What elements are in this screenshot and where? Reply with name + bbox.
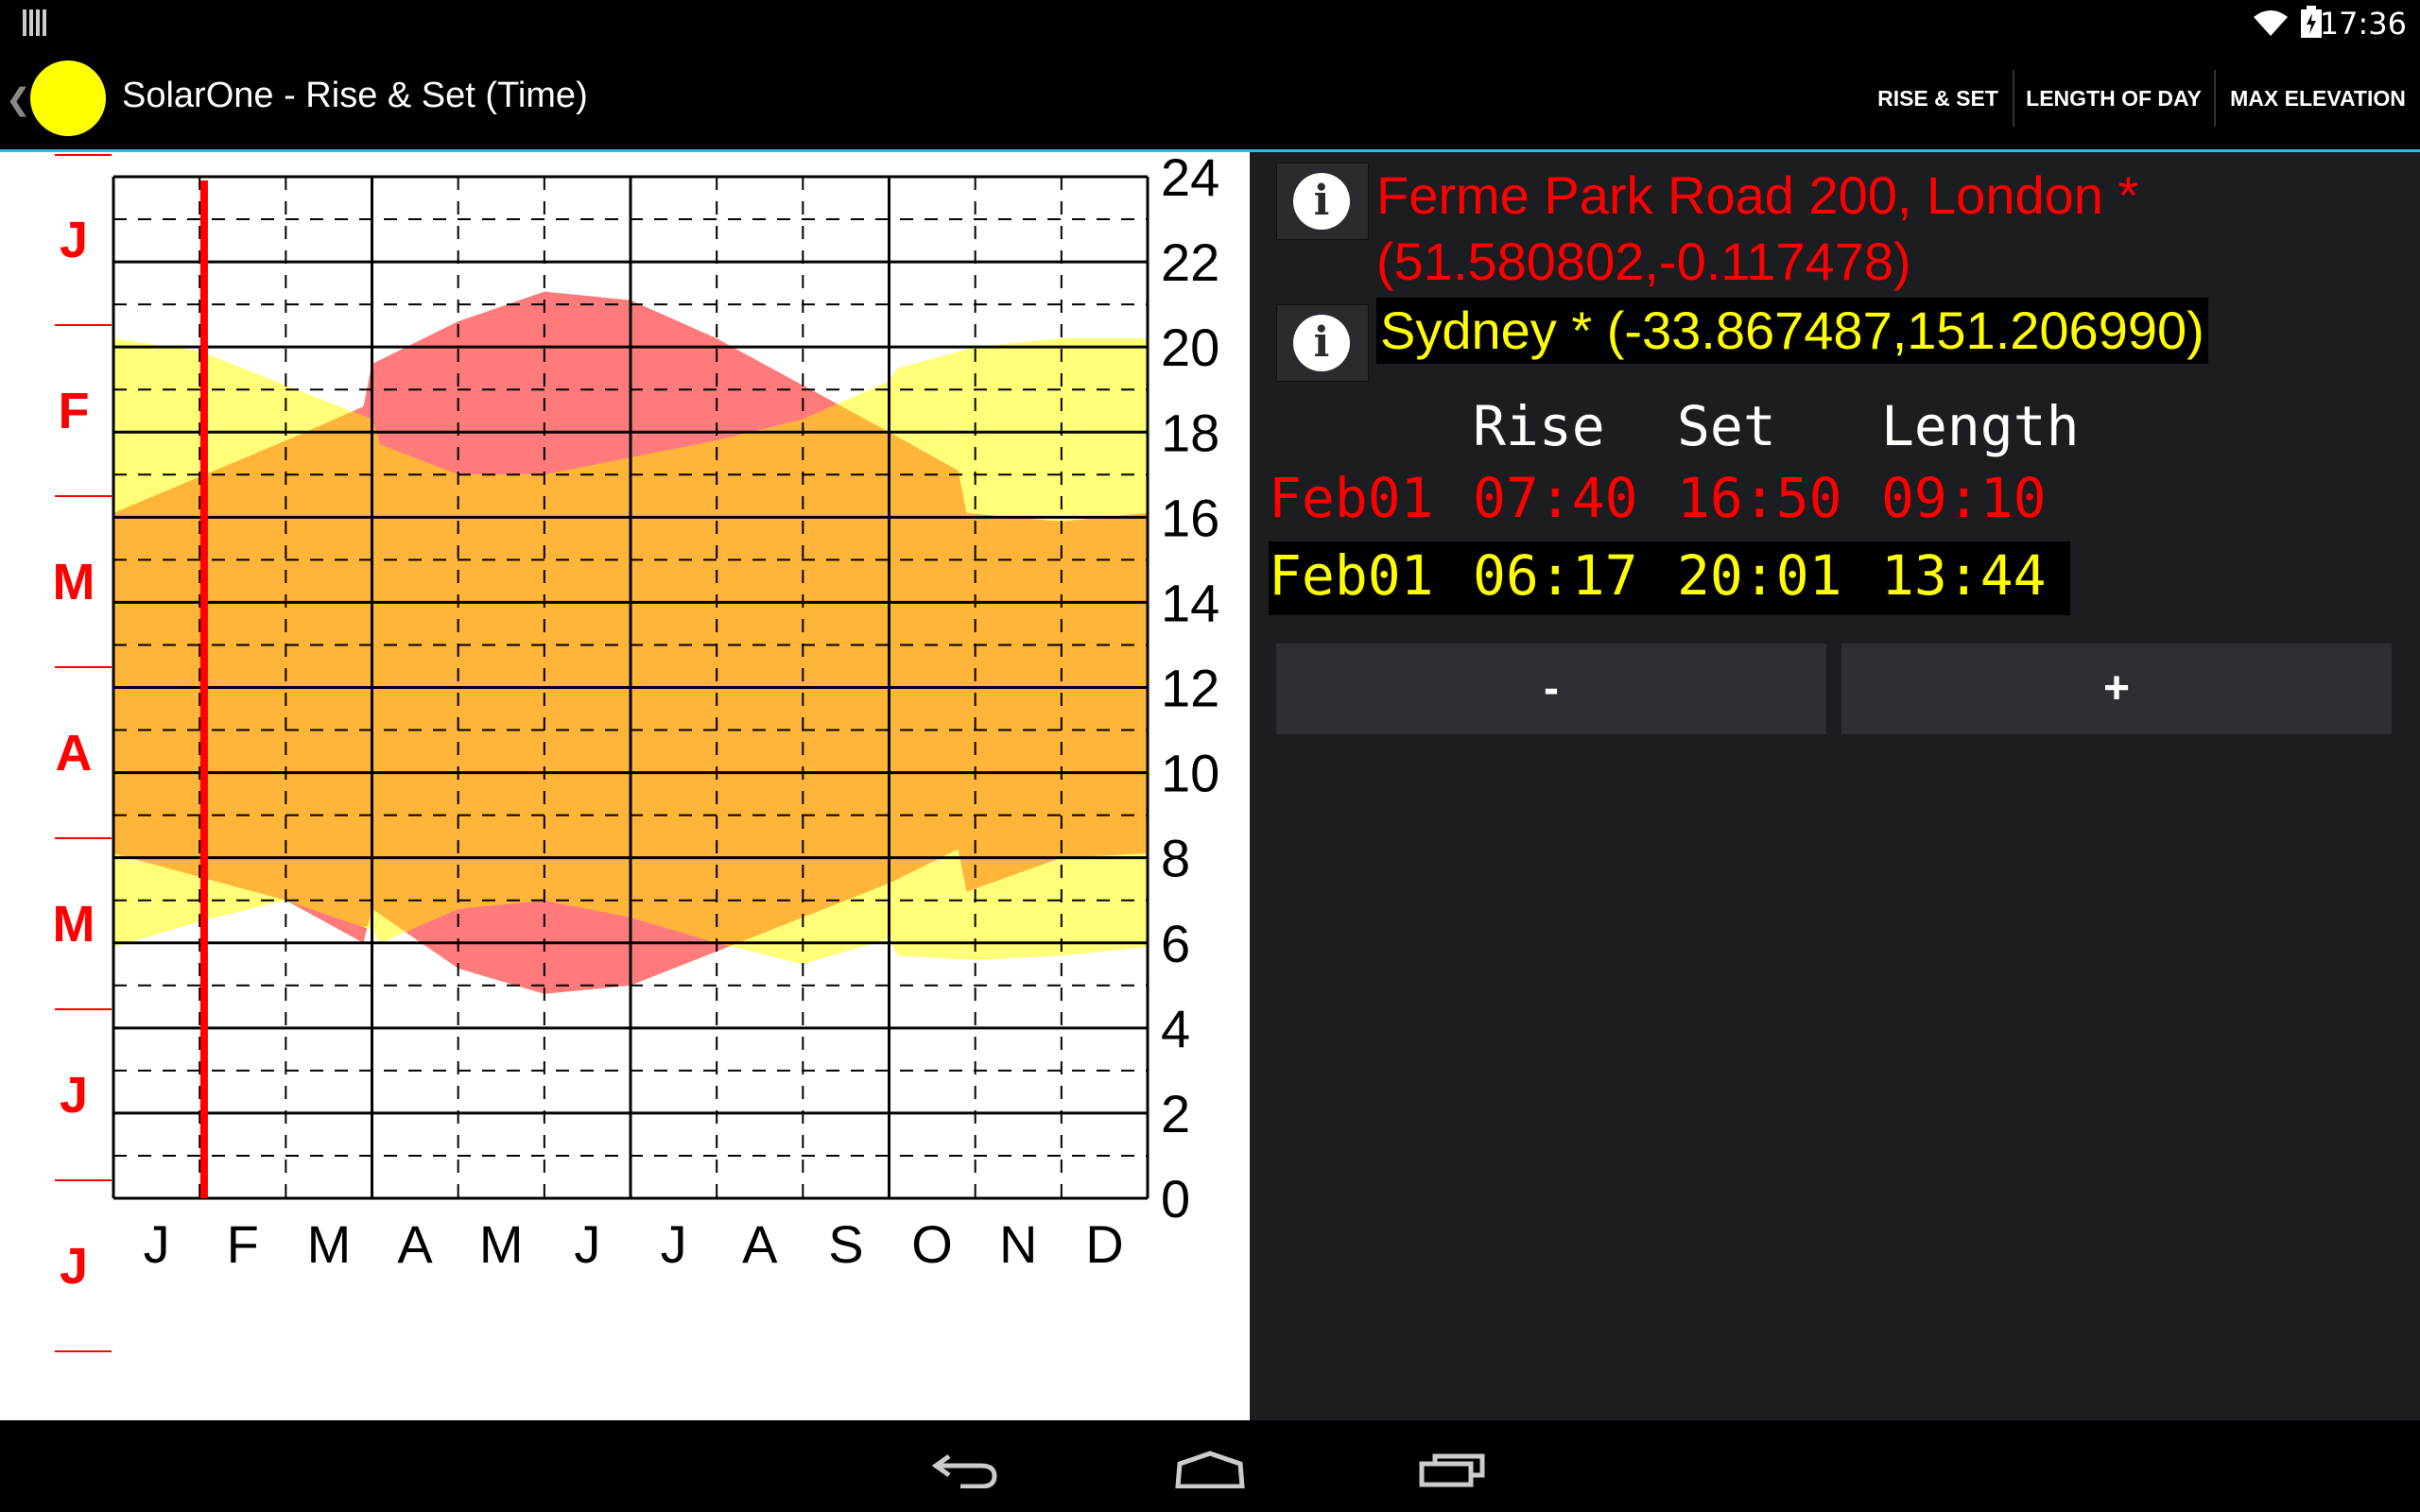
navigation-bar [0,1420,2420,1512]
back-icon[interactable] [932,1451,998,1488]
row-length: 09:10 [1881,466,2047,530]
y-tick-label: 10 [1161,744,1219,803]
y-tick-label: 22 [1161,232,1219,292]
y-tick-label: 0 [1161,1169,1190,1228]
x-tick-label: J [144,1214,170,1274]
y-tick-label: 6 [1161,914,1190,973]
previous-day-button[interactable]: - [1276,644,1826,734]
x-tick-label: D [1085,1214,1123,1274]
tab-length-of-day[interactable]: LENGTH OF DAY [2014,47,2213,149]
side-month-label: J [60,212,88,268]
y-tick-label: 18 [1161,403,1219,462]
up-caret-icon[interactable]: ❮ [6,81,31,117]
wifi-icon [2254,10,2288,36]
y-tick-label: 12 [1161,659,1219,718]
side-month-label: A [56,725,93,782]
row-length: 13:44 [1881,543,2047,608]
y-tick-label: 2 [1161,1084,1190,1143]
y-tick-label: 8 [1161,829,1190,888]
side-month-label: J [60,1238,88,1295]
x-tick-label: A [742,1214,778,1274]
london-coords: (51.580802,-0.117478) [1376,232,1911,291]
side-month-label: M [53,896,95,953]
sydney-info-button[interactable]: i [1276,304,1369,382]
side-month-label: F [59,383,90,439]
recent-apps-icon[interactable] [1418,1451,1486,1488]
header-set: Set [1677,394,1776,458]
app-title: SolarOne - Rise & Set (Time) [122,76,588,115]
header-length: Length [1881,394,2080,458]
x-tick-label: J [574,1214,600,1274]
side-month-label: J [60,1067,88,1124]
row-rise: 06:17 [1473,543,1638,608]
details-panel: i Ferme Park Road 200, London * (51.5808… [1250,152,2420,1420]
y-tick-label: 14 [1161,573,1219,632]
y-tick-label: 4 [1161,999,1190,1058]
tab-rise-and-set[interactable]: RISE & SET [1864,47,2012,149]
info-icon: i [1293,173,1350,230]
side-month-label: M [53,554,95,610]
table-row-london: Feb01 07:40 16:50 09:10 [1269,466,2082,541]
home-icon[interactable] [1174,1451,1246,1488]
y-tick-label: 24 [1161,152,1219,207]
x-tick-label: M [307,1214,352,1274]
status-bar: 17:36 [0,0,2420,47]
london-location: Ferme Park Road 200, London * (51.580802… [1376,163,2138,295]
table-row-sydney: Feb01 06:17 20:01 13:44 [1269,541,2070,615]
row-set: 16:50 [1677,466,1842,530]
row-date: Feb01 [1269,543,1434,608]
x-tick-label: N [999,1214,1037,1274]
row-rise: 07:40 [1473,466,1638,530]
x-tick-label: O [911,1214,953,1274]
sun-logo-icon[interactable] [30,60,106,136]
y-tick-label: 16 [1161,488,1219,547]
header-rise: Rise [1473,394,1605,458]
x-tick-label: F [227,1214,259,1274]
london-info-button[interactable]: i [1276,163,1369,240]
row-set: 20:01 [1677,543,1842,608]
battery-icon [2301,6,2322,38]
next-day-button[interactable]: + [1841,644,2392,734]
row-date: Feb01 [1269,466,1434,530]
notification-icon [23,9,46,36]
x-tick-label: S [828,1214,863,1274]
x-tick-label: J [661,1214,687,1274]
chart-panel: 0 2 4 6 8 10 12 14 16 18 20 22 24 J F M A M J J A S O N D J F M A M J J [0,147,1250,1420]
clock: 17:36 [2319,6,2407,42]
y-tick-label: 20 [1161,318,1219,377]
rise-set-chart[interactable]: 024681012141618202224J F M A M J J A S O N DJFMAMJJ [0,147,1250,1420]
info-icon: i [1293,315,1350,371]
action-bar: ❮ SolarOne - Rise & Set (Time) RISE & SE… [0,47,2420,152]
x-tick-label: A [397,1214,433,1274]
london-name: Ferme Park Road 200, London * [1376,165,2139,225]
x-tick-label: M [479,1214,524,1274]
sydney-location: Sydney * (-33.867487,151.206990) [1376,298,2208,364]
tab-max-elevation[interactable]: MAX ELEVATION [2216,47,2420,149]
